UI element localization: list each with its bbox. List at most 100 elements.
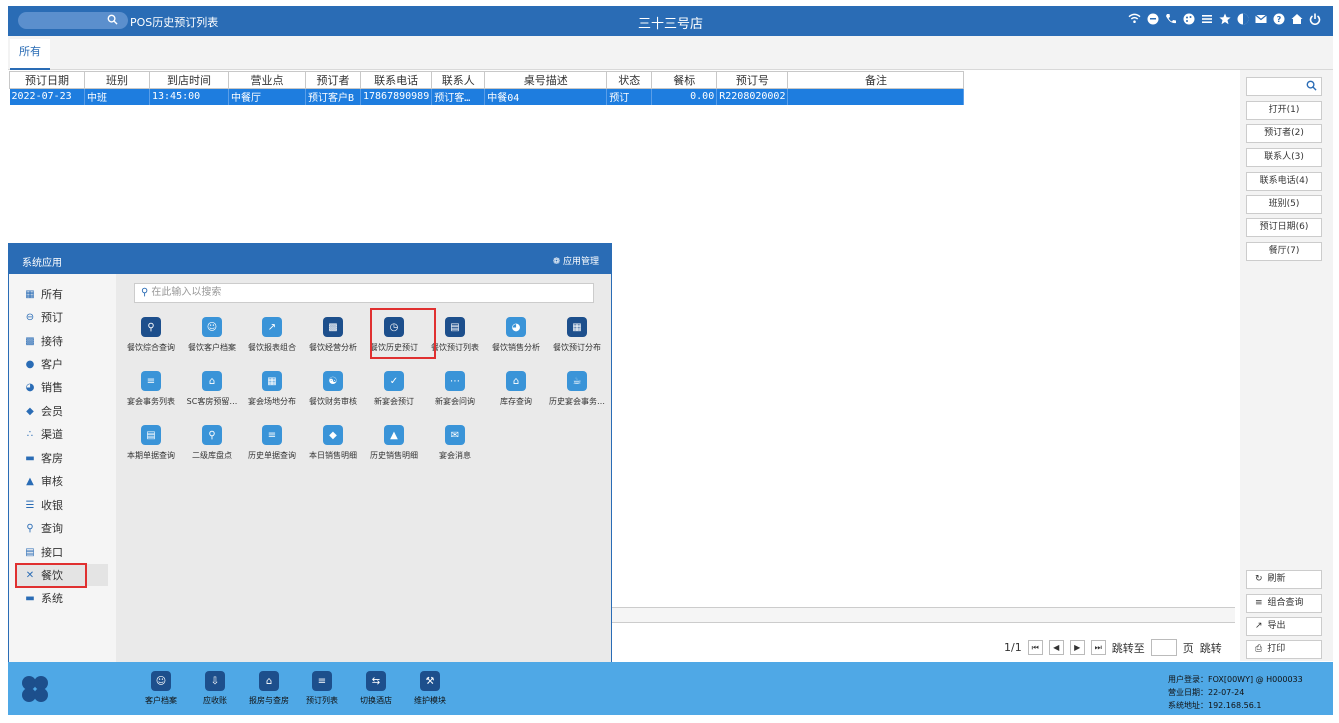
home-icon[interactable] bbox=[1290, 12, 1303, 25]
dock-maintenance[interactable]: ⚒ 维护模块 bbox=[405, 671, 455, 706]
layout-icon: ▦ bbox=[262, 371, 282, 391]
category-label: 预订 bbox=[41, 311, 63, 324]
app-new-banquet-inquiry[interactable]: ⋯ 新宴会问询 bbox=[423, 371, 487, 407]
category-room[interactable]: ▬ 客房 bbox=[15, 447, 108, 469]
power-icon[interactable] bbox=[1308, 12, 1321, 25]
category-customer[interactable]: ● 客户 bbox=[15, 353, 108, 375]
column-header[interactable]: 备注 bbox=[787, 71, 965, 89]
app-dining-query[interactable]: ⚲ 餐饮综合查询 bbox=[119, 317, 183, 353]
column-header[interactable]: 状态 bbox=[606, 71, 653, 89]
category-member[interactable]: ◆ 会员 bbox=[15, 400, 108, 422]
system-apps-popup: 系统应用 ❁ 应用管理 ▦ 所有 ⊖ 预订 ▩ 接待 ● 客户 ◕ 销售 ◆ 会员 ∴ 渠道 … bbox=[8, 243, 612, 662]
search-document-icon: ⚲ bbox=[202, 425, 222, 445]
dock-customer-archive[interactable]: ☺ 客户档案 bbox=[136, 671, 186, 706]
dock-room-check[interactable]: ⌂ 报房与查房 bbox=[244, 671, 294, 706]
app-history-docs[interactable]: ≡ 历史单据查询 bbox=[240, 425, 304, 461]
app-sc-room-reserve[interactable]: ⌂ SC客房预留… bbox=[180, 371, 244, 407]
column-header[interactable]: 联系人 bbox=[431, 71, 486, 89]
dock-reservation-list[interactable]: ≡ 预订列表 bbox=[297, 671, 347, 706]
print-label: 打印 bbox=[1267, 644, 1286, 654]
app-banquet-list[interactable]: ≡ 宴会事务列表 bbox=[119, 371, 183, 407]
bed-icon: ▬ bbox=[25, 452, 35, 464]
star-icon[interactable] bbox=[1218, 12, 1231, 25]
reservation-date-button[interactable]: 预订日期(6) bbox=[1246, 218, 1322, 237]
palette-icon[interactable] bbox=[1182, 12, 1195, 25]
print-button[interactable]: ⎙ 打印 bbox=[1246, 640, 1322, 659]
app-current-docs[interactable]: ▤ 本期单据查询 bbox=[119, 425, 183, 461]
column-header[interactable]: 预订日期 bbox=[9, 71, 85, 89]
help-icon[interactable]: ? bbox=[1272, 12, 1285, 25]
phone-icon[interactable] bbox=[1164, 12, 1177, 25]
app-dining-reservation-distribution[interactable]: ▦ 餐饮预订分布 bbox=[545, 317, 609, 353]
booker-button[interactable]: 预订者(2) bbox=[1246, 124, 1322, 143]
page-number-input[interactable] bbox=[1150, 639, 1177, 656]
column-header[interactable]: 联系电话 bbox=[359, 71, 433, 89]
dock-receivables[interactable]: ⇩ 应收账 bbox=[190, 671, 240, 706]
menu-icon[interactable] bbox=[1200, 12, 1213, 25]
category-reception[interactable]: ▩ 接待 bbox=[15, 330, 108, 352]
category-reservation[interactable]: ⊖ 预订 bbox=[15, 306, 108, 328]
column-header[interactable]: 班别 bbox=[84, 71, 150, 89]
category-audit[interactable]: ▲ 审核 bbox=[15, 470, 108, 492]
column-header[interactable]: 营业点 bbox=[228, 71, 306, 89]
column-header[interactable]: 到店时间 bbox=[149, 71, 229, 89]
column-header[interactable]: 预订号 bbox=[716, 71, 789, 89]
category-cashier[interactable]: ☰ 收银 bbox=[15, 494, 108, 516]
category-query[interactable]: ⚲ 查询 bbox=[15, 517, 108, 539]
app-manage-button[interactable]: ❁ 应用管理 bbox=[553, 254, 599, 267]
table-cell: R2208020002 bbox=[716, 88, 789, 105]
app-dining-finance-audit[interactable]: ☯ 餐饮财务审核 bbox=[301, 371, 365, 407]
next-page-icon[interactable]: ▶ bbox=[1069, 640, 1085, 655]
wifi-icon[interactable] bbox=[1128, 12, 1141, 25]
app-dining-sales-analysis[interactable]: ◕ 餐饮销售分析 bbox=[484, 317, 548, 353]
app-search-input[interactable]: ⚲ 在此输入以搜索 bbox=[134, 283, 594, 303]
grid-icon: ▦ bbox=[25, 288, 35, 300]
category-system[interactable]: ▬ 系统 bbox=[15, 587, 108, 609]
refresh-button[interactable]: ↻ 刷新 bbox=[1246, 570, 1322, 589]
app-today-sales[interactable]: ◆ 本日销售明细 bbox=[301, 425, 365, 461]
phone-button[interactable]: 联系电话(4) bbox=[1246, 172, 1322, 191]
export-button[interactable]: ↗ 导出 bbox=[1246, 617, 1322, 636]
category-all[interactable]: ▦ 所有 bbox=[15, 283, 108, 305]
jump-button[interactable]: 跳转 bbox=[1200, 640, 1222, 656]
app-new-banquet-reservation[interactable]: ✓ 新宴会预订 bbox=[362, 371, 426, 407]
app-label: 宴会消息 bbox=[439, 451, 471, 460]
quick-search-input[interactable] bbox=[1246, 77, 1322, 96]
table-row[interactable]: 2022-07-23 中班 13:45:00 中餐厅 预订客户B 1786789… bbox=[9, 88, 965, 105]
tag-icon: ◆ bbox=[323, 425, 343, 445]
app-banquet-message[interactable]: ✉ 宴会消息 bbox=[423, 425, 487, 461]
last-page-icon[interactable]: ⏭ bbox=[1090, 640, 1106, 655]
history-reservation-highlight bbox=[370, 308, 436, 359]
column-header[interactable]: 预订者 bbox=[305, 71, 361, 89]
contrast-icon[interactable] bbox=[1236, 12, 1249, 25]
app-search-placeholder: 在此输入以搜索 bbox=[151, 287, 222, 298]
category-sales[interactable]: ◕ 销售 bbox=[15, 376, 108, 398]
app-dining-analysis[interactable]: ▩ 餐饮经营分析 bbox=[301, 317, 365, 353]
app-banquet-venue[interactable]: ▦ 宴会场地分布 bbox=[240, 371, 304, 407]
logo-icon[interactable] bbox=[20, 674, 50, 704]
category-interface[interactable]: ▤ 接口 bbox=[15, 541, 108, 563]
mail-icon[interactable] bbox=[1254, 12, 1267, 25]
bottom-dock: ☺ 客户档案 ⇩ 应收账 ⌂ 报房与查房 ≡ 预订列表 ⇆ 切换酒店 ⚒ 维护模块 用户登录… bbox=[8, 662, 1333, 715]
app-history-sales[interactable]: ▲ 历史销售明细 bbox=[362, 425, 426, 461]
restaurant-button[interactable]: 餐厅(7) bbox=[1246, 242, 1322, 261]
contact-button[interactable]: 联系人(3) bbox=[1246, 148, 1322, 167]
column-header[interactable]: 桌号描述 bbox=[484, 71, 608, 89]
first-page-icon[interactable]: ⏮ bbox=[1027, 640, 1043, 655]
table-cell: 0.00 bbox=[651, 88, 718, 105]
column-header[interactable]: 餐标 bbox=[651, 71, 718, 89]
combined-query-button[interactable]: ≡ 组合查询 bbox=[1246, 594, 1322, 613]
category-channel[interactable]: ∴ 渠道 bbox=[15, 423, 108, 445]
app-history-banquet[interactable]: ☕ 历史宴会事务… bbox=[545, 371, 609, 407]
app-secondary-stocktake[interactable]: ⚲ 二级库盘点 bbox=[180, 425, 244, 461]
prev-page-icon[interactable]: ◀ bbox=[1048, 640, 1064, 655]
dock-switch-hotel[interactable]: ⇆ 切换酒店 bbox=[351, 671, 401, 706]
app-dining-report[interactable]: ↗ 餐饮报表组合 bbox=[240, 317, 304, 353]
horizontal-scrollbar[interactable] bbox=[612, 607, 1235, 623]
tab-all[interactable]: 所有 bbox=[10, 39, 50, 70]
app-dining-customer[interactable]: ☺ 餐饮客户档案 bbox=[180, 317, 244, 353]
app-inventory-query[interactable]: ⌂ 库存查询 bbox=[484, 371, 548, 407]
open-button[interactable]: 打开(1) bbox=[1246, 101, 1322, 120]
shift-button[interactable]: 班别(5) bbox=[1246, 195, 1322, 214]
message-icon[interactable] bbox=[1146, 12, 1159, 25]
